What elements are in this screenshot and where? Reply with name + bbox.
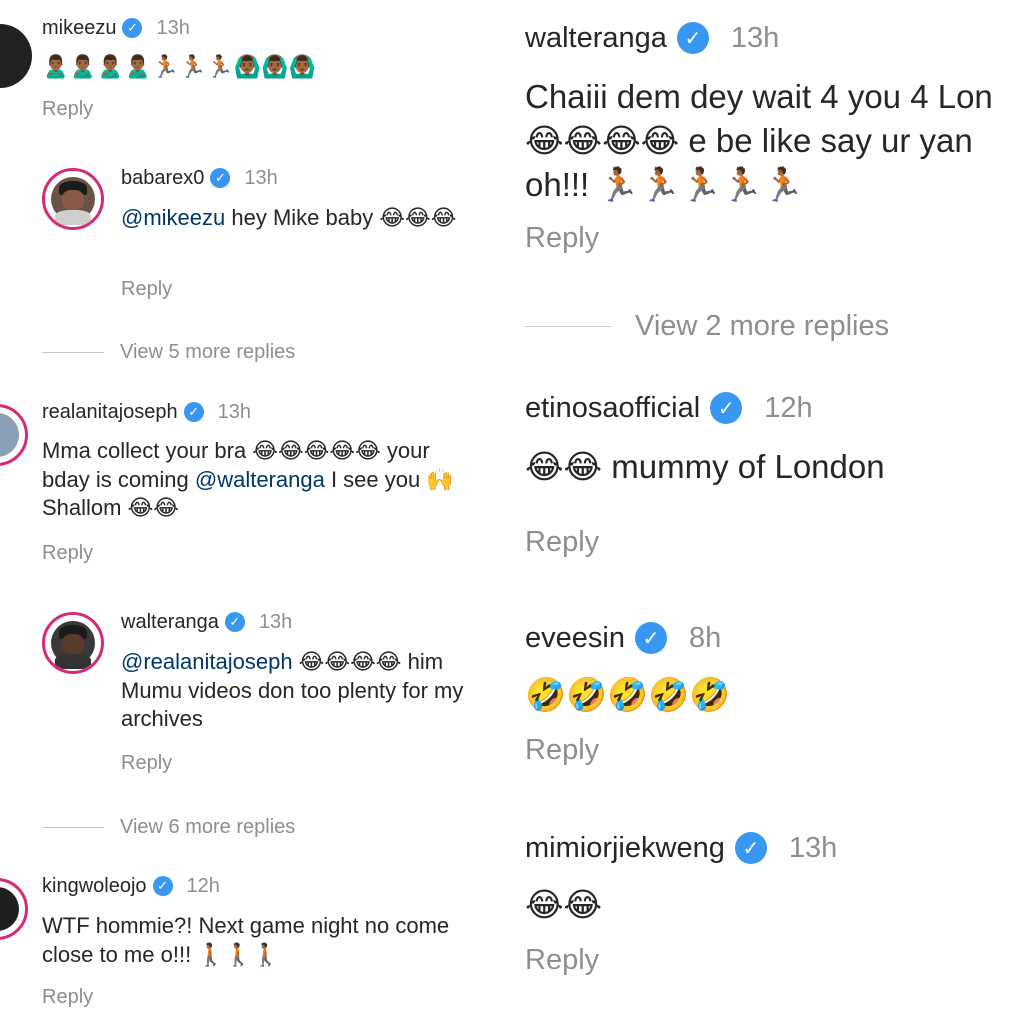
avatar-mikeezu[interactable]: [0, 24, 32, 88]
username[interactable]: kingwoleojo: [42, 875, 147, 898]
verified-badge-icon: ✓: [734, 832, 767, 864]
username[interactable]: walteranga: [525, 22, 667, 55]
username[interactable]: babarex0: [121, 167, 204, 190]
comment-text: @realanitajoseph 😂😂😂😂 him Mumu videos do…: [121, 649, 464, 732]
divider-line: [525, 326, 611, 327]
comment-header: mikeezu ✓ 13h: [42, 14, 190, 42]
reply-button[interactable]: Reply: [121, 752, 172, 775]
reply-button[interactable]: Reply: [525, 734, 599, 767]
comment-text: 🙎🏾‍♂️🙎🏾‍♂️🙎🏾‍♂️🙎🏾‍♂️🏃🏾🏃🏾🏃🏾🙆🏾‍♂️🙆🏾‍♂️🙆🏾‍♂…: [42, 55, 316, 80]
comment-header: walteranga ✓ 13h: [525, 18, 779, 58]
divider-line: [42, 352, 104, 353]
avatar-kingwoleojo[interactable]: [0, 878, 28, 940]
reply-button[interactable]: Reply: [525, 222, 599, 255]
reply-button[interactable]: Reply: [525, 944, 599, 977]
verified-badge-icon: ✓: [710, 392, 743, 424]
verified-badge-icon: ✓: [634, 622, 667, 654]
verified-badge-icon: ✓: [224, 612, 245, 632]
avatar-walteranga[interactable]: [42, 612, 104, 674]
timestamp: 8h: [688, 621, 722, 654]
view-more-replies-button[interactable]: View 2 more replies: [525, 310, 889, 343]
comment-text: 😂😂 mummy of London: [525, 448, 885, 485]
timestamp: 13h: [156, 16, 190, 39]
left-comments-column: mikeezu ✓ 13h 🙎🏾‍♂️🙎🏾‍♂️🙎🏾‍♂️🙎🏾‍♂️🏃🏾🏃🏾🏃🏾…: [0, 0, 505, 1024]
verified-badge-icon: ✓: [183, 402, 204, 422]
view-more-replies-button[interactable]: View 5 more replies: [42, 341, 295, 364]
comment-header: walteranga ✓ 13h: [121, 608, 292, 636]
timestamp: 13h: [244, 166, 278, 189]
comment-header: mimiorjiekweng ✓ 13h: [525, 828, 837, 868]
verified-badge-icon: ✓: [152, 876, 173, 896]
verified-badge-icon: ✓: [676, 22, 709, 54]
view-more-replies-label: View 6 more replies: [120, 816, 296, 838]
comment-text: 🤣🤣🤣🤣🤣: [525, 676, 731, 713]
timestamp: 13h: [217, 400, 252, 423]
comment-text: Mma collect your bra 😂😂😂😂😂 your bday is …: [42, 438, 454, 521]
reply-button[interactable]: Reply: [42, 542, 93, 565]
comment-header: eveesin ✓ 8h: [525, 618, 721, 658]
comment-header: realanitajoseph ✓ 13h: [42, 398, 251, 426]
username[interactable]: eveesin: [525, 622, 625, 655]
timestamp: 13h: [788, 831, 838, 864]
comment-text: WTF hommie?! Next game night no come clo…: [42, 913, 450, 967]
right-comments-column: walteranga ✓ 13h Chaiii dem dey wait 4 y…: [505, 0, 1024, 1024]
comment-text: 😂😂: [525, 886, 603, 923]
reply-button[interactable]: Reply: [42, 986, 93, 1009]
mention-link[interactable]: @walteranga: [195, 467, 325, 492]
username[interactable]: mimiorjiekweng: [525, 832, 725, 865]
timestamp: 12h: [186, 874, 220, 897]
avatar-babarex0[interactable]: [42, 168, 104, 230]
comment-header: babarex0 ✓ 13h: [121, 164, 278, 192]
reply-button[interactable]: Reply: [121, 278, 172, 301]
comment-header: kingwoleojo ✓ 12h: [42, 872, 220, 900]
timestamp: 12h: [764, 391, 813, 424]
reply-button[interactable]: Reply: [525, 526, 599, 559]
comment-text-line: Chaiii dem dey wait 4 you 4 Lon: [525, 78, 993, 115]
username[interactable]: realanitajoseph: [42, 401, 178, 424]
username[interactable]: etinosaofficial: [525, 392, 700, 425]
divider-line: [42, 827, 104, 828]
view-more-replies-label: View 5 more replies: [120, 341, 296, 363]
view-more-replies-button[interactable]: View 6 more replies: [42, 816, 295, 839]
comment-header: etinosaofficial ✓ 12h: [525, 388, 813, 428]
view-more-replies-label: View 2 more replies: [635, 310, 890, 342]
reply-button[interactable]: Reply: [42, 98, 93, 121]
verified-badge-icon: ✓: [122, 18, 143, 38]
mention-link[interactable]: @mikeezu: [121, 205, 225, 230]
avatar-realanitajoseph[interactable]: [0, 404, 28, 466]
timestamp: 13h: [258, 610, 293, 633]
mention-link[interactable]: @realanitajoseph: [121, 649, 293, 674]
username[interactable]: mikeezu: [42, 17, 116, 40]
comment-text: @mikeezu hey Mike baby 😂😂😂: [121, 205, 457, 230]
timestamp: 13h: [730, 21, 780, 54]
comment-text-line: 😂😂😂😂 e be like say ur yan: [525, 122, 973, 159]
username[interactable]: walteranga: [121, 611, 219, 634]
comment-text-line: oh!!! 🏃🏾🏃🏾🏃🏾🏃🏾🏃🏾: [525, 166, 804, 203]
verified-badge-icon: ✓: [210, 168, 231, 188]
